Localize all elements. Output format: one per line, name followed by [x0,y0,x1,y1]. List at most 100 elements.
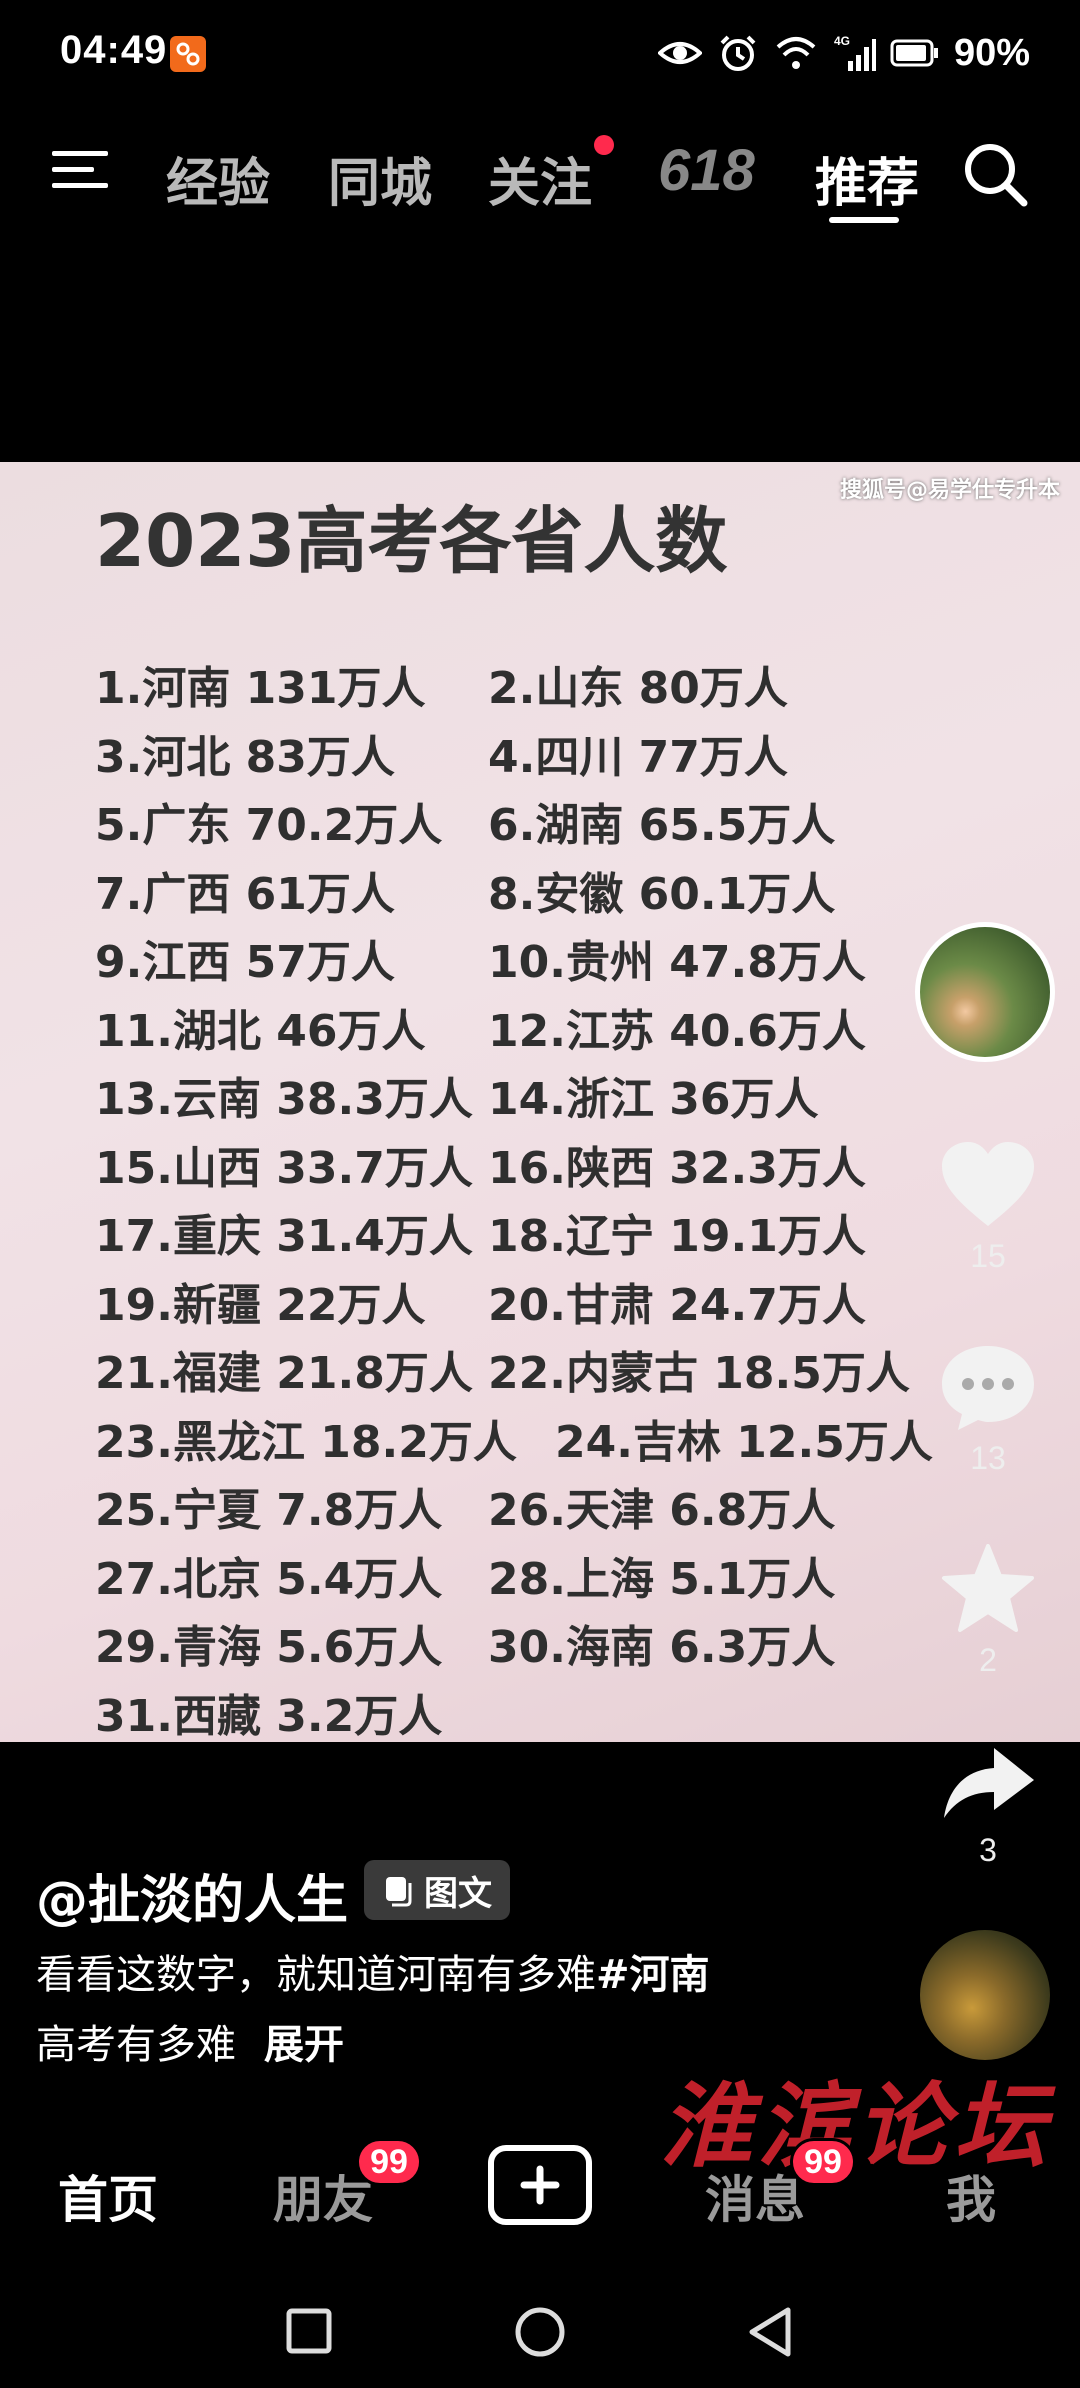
list-item: 7.广西 61万人 [95,868,395,920]
tab-618[interactable]: 618 [658,137,755,204]
share-button[interactable]: 3 [928,1744,1048,1869]
list-item: 27.北京 5.4万人 [95,1553,443,1605]
province-list: 1.河南 131万人 2.山东 80万人 3.河北 83万人 4.四川 77万人 5… [95,652,995,1742]
list-item: 1.河南 131万人 [95,663,426,714]
list-row: 23.黑龙江 18.2万人 24.吉林 12.5万人 [95,1406,995,1475]
search-icon[interactable] [962,141,1030,209]
tab-following[interactable]: 关注 [488,141,592,216]
image-text-icon [386,1877,412,1907]
tab-experience[interactable]: 经验 [166,141,270,216]
list-item: 11.湖北 46万人 [95,1005,426,1057]
list-item: 31.西藏 3.2万人 [95,1690,443,1742]
hashtag-link[interactable]: #河南 [596,1952,710,1998]
bottom-nav: 首页 朋友 99 消息 99 我 [0,2130,1080,2260]
list-item: 6.湖南 65.5万人 [488,800,836,851]
list-item: 30.海南 6.3万人 [488,1622,836,1673]
list-row: 29.青海 5.6万人 30.海南 6.3万人 [95,1611,995,1680]
list-item: 21.福建 21.8万人 [95,1348,473,1399]
favorite-button[interactable]: 2 [928,1544,1048,1679]
status-time: 04:49 [60,28,168,72]
author-name[interactable]: @扯淡的人生 [36,1858,348,1933]
comment-count: 13 [970,1440,1006,1476]
nav-me[interactable]: 我 [946,2160,996,2232]
tab-recommend[interactable]: 推荐 [815,141,919,216]
list-row: 31.西藏 3.2万人 [95,1680,995,1743]
expand-button[interactable]: 展开 [264,2022,344,2068]
friends-badge: 99 [356,2138,422,2186]
nav-messages[interactable]: 消息 [705,2160,805,2232]
list-row: 17.重庆 31.4万人 18.辽宁 19.1万人 [95,1200,995,1269]
list-item: 22.内蒙古 18.5万人 [488,1348,910,1399]
list-item: 2.山东 80万人 [488,663,788,714]
list-item: 3.河北 83万人 [95,731,395,783]
image-watermark: 搜狐号@易学仕专升本 [839,478,1060,503]
caption-text-line2: 高考有多难 [36,2022,236,2068]
list-item: 28.上海 5.1万人 [488,1553,836,1605]
list-row: 13.云南 38.3万人 14.浙江 36万人 [95,1063,995,1132]
list-row: 3.河北 83万人 4.四川 77万人 [95,721,995,790]
like-count: 15 [970,1238,1006,1274]
add-post-button[interactable] [488,2145,592,2225]
post-image-title: 2023高考各省人数 [95,499,728,583]
eye-icon [657,42,702,64]
active-tab-indicator [829,217,899,223]
list-item: 12.江苏 40.6万人 [488,1005,866,1057]
list-item: 17.重庆 31.4万人 [95,1211,473,1262]
alarm-icon [720,35,756,71]
list-row: 19.新疆 22万人 20.甘肃 24.7万人 [95,1269,995,1338]
share-icon [944,1748,1034,1818]
messages-badge: 99 [790,2138,856,2186]
list-item: 15.山西 33.7万人 [95,1142,473,1194]
list-item: 10.贵州 47.8万人 [488,937,866,988]
comment-icon [942,1346,1034,1430]
list-item: 23.黑龙江 18.2万人 [95,1416,517,1468]
recent-apps-icon[interactable] [286,2308,332,2354]
list-item: 29.青海 5.6万人 [95,1622,443,1673]
plus-icon [520,2165,560,2205]
like-button[interactable]: 15 [928,1140,1048,1275]
list-item: 16.陕西 32.3万人 [488,1142,866,1194]
comment-button[interactable]: 13 [928,1342,1048,1477]
status-icons: 4G 90% [657,28,1030,78]
list-item: 8.安徽 60.1万人 [488,868,836,920]
nav-home[interactable]: 首页 [58,2160,158,2232]
following-notification-dot [594,135,614,155]
author-avatar[interactable] [915,922,1055,1062]
tab-same-city[interactable]: 同城 [328,141,432,216]
home-icon[interactable] [514,2306,566,2358]
list-item: 20.甘肃 24.7万人 [488,1279,866,1331]
list-item: 25.宁夏 7.8万人 [95,1485,443,1536]
list-row: 15.山西 33.7万人 16.陕西 32.3万人 [95,1132,995,1201]
back-icon[interactable] [746,2306,794,2358]
list-row: 27.北京 5.4万人 28.上海 5.1万人 [95,1543,995,1612]
list-item: 19.新疆 22万人 [95,1279,426,1331]
list-item: 5.广东 70.2万人 [95,800,443,851]
list-row: 21.福建 21.8万人 22.内蒙古 18.5万人 [95,1337,995,1406]
battery-level: 90% [953,31,1030,74]
list-item: 14.浙江 36万人 [488,1074,819,1125]
system-nav-bar [0,2270,1080,2388]
list-row: 5.广东 70.2万人 6.湖南 65.5万人 [95,789,995,858]
wifi-icon [776,37,816,69]
list-item: 26.天津 6.8万人 [488,1485,836,1536]
post-image[interactable]: 搜狐号@易学仕专升本 2023高考各省人数 1.河南 131万人 2.山东 80万… [0,462,1080,1742]
list-item: 9.江西 57万人 [95,937,395,988]
menu-icon[interactable] [52,145,112,195]
list-item: 4.四川 77万人 [488,731,788,783]
app-notification-icon [170,36,206,72]
status-bar: 04:49 4G 90% [0,0,1080,105]
list-item: 18.辽宁 19.1万人 [488,1211,866,1262]
battery-icon [890,39,938,67]
list-row: 1.河南 131万人 2.山东 80万人 [95,652,995,721]
heart-icon [942,1142,1034,1226]
list-row: 25.宁夏 7.8万人 26.天津 6.8万人 [95,1474,995,1543]
star-icon [942,1544,1034,1632]
post-type-tag: 图文 [364,1860,510,1920]
signal-icon: 4G [834,34,876,71]
list-row: 11.湖北 46万人 12.江苏 40.6万人 [95,995,995,1064]
list-row: 7.广西 61万人 8.安徽 60.1万人 [95,858,995,927]
list-item: 24.吉林 12.5万人 [555,1416,933,1468]
music-disc-avatar[interactable] [920,1930,1050,2060]
top-nav: 经验 同城 关注 618 推荐 [0,105,1080,235]
favorite-count: 2 [979,1642,997,1678]
